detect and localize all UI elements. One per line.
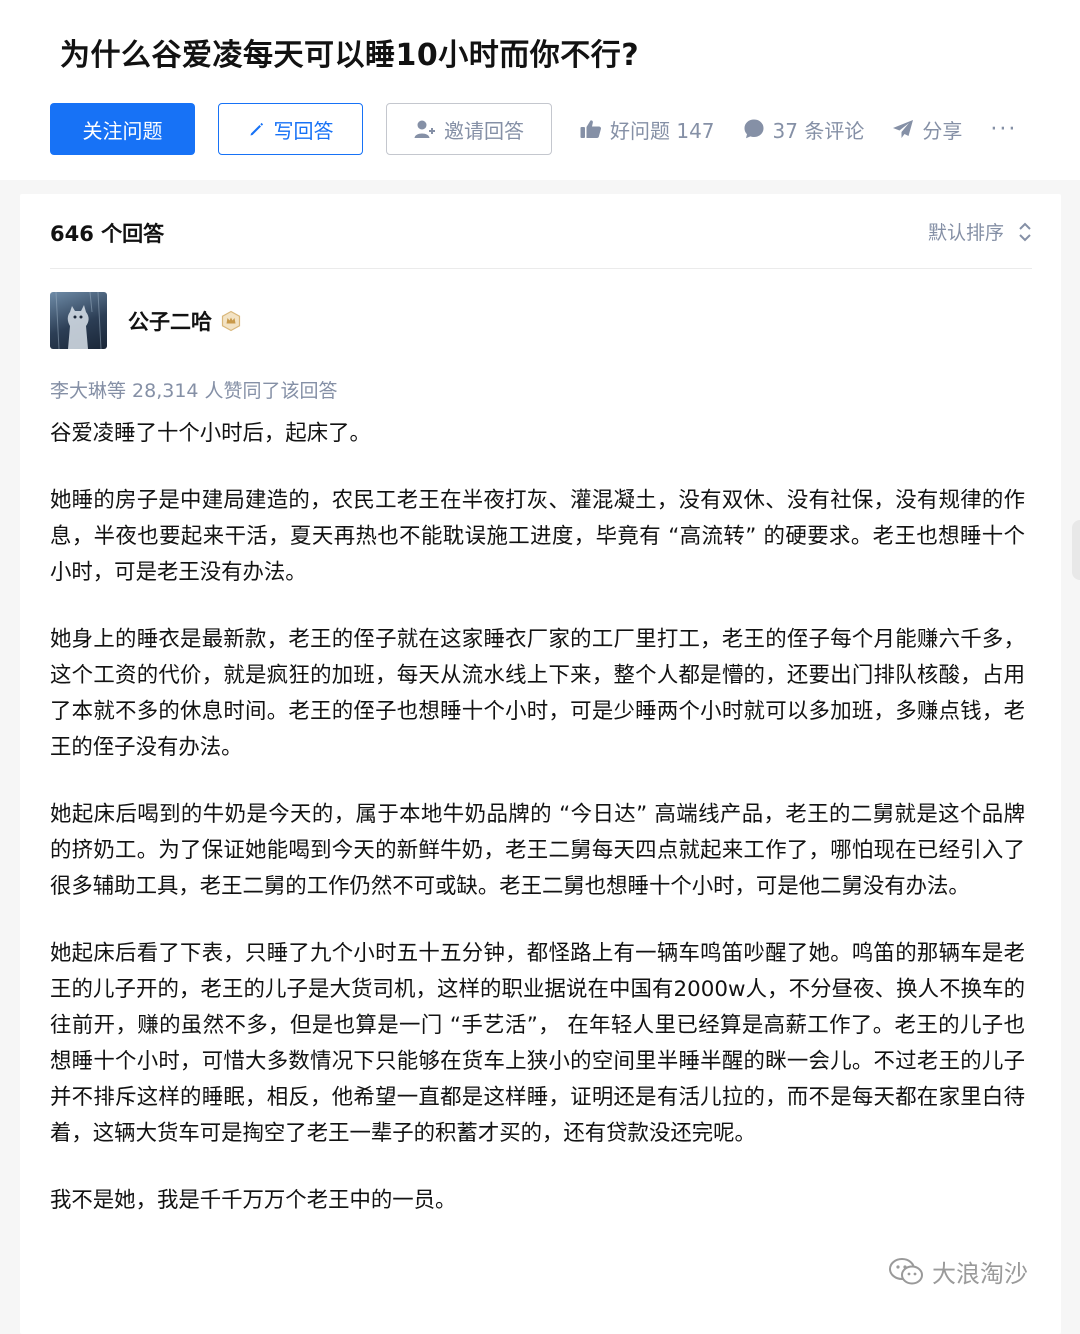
good-question-label: 好问题 147 [610, 118, 715, 143]
share-label: 分享 [922, 118, 963, 143]
more-options-button[interactable]: ··· [990, 117, 1017, 142]
wechat-icon [888, 1257, 924, 1287]
question-actions: 关注问题 写回答 邀请回答 好问题 147 37 条评论 分享 ··· [50, 103, 1017, 155]
pencil-icon [248, 120, 266, 138]
invite-answer-button[interactable]: 邀请回答 [386, 103, 552, 155]
comment-bubble-icon [743, 118, 765, 140]
sort-chevron-icon [1018, 221, 1032, 243]
thumbs-up-icon [580, 119, 602, 139]
sort-label: 默认排序 [927, 222, 1004, 244]
question-header: 为什么谷爱凌每天可以睡10小时而你不行? 关注问题 写回答 邀请回答 好问题 1… [0, 0, 1080, 180]
author-info: 公子二哈 [128, 306, 242, 336]
question-title: 为什么谷爱凌每天可以睡10小时而你不行? [60, 38, 640, 73]
watermark-text: 大浪淘沙 [932, 1260, 1028, 1288]
paper-plane-icon [892, 119, 914, 139]
answer-paragraph: 我不是她，我是千千万万个老王中的一员。 [50, 1188, 457, 1213]
answers-header: 646 个回答 默认排序 [50, 194, 1032, 269]
good-question-button[interactable]: 好问题 147 [580, 115, 715, 144]
answer-paragraph: 她起床后喝到的牛奶是今天的，属于本地牛奶品牌的 “今日达” 高端线产品，老王的二… [50, 802, 1025, 899]
answer-content: 谷爱凌睡了十个小时后，起床了。 她睡的房子是中建局建造的，农民工老王在半夜打灰、… [50, 416, 1025, 1250]
answer-paragraph: 她身上的睡衣是最新款，老王的侄子就在这家睡衣厂家的工厂里打工，老王的侄子每个月能… [50, 627, 1025, 760]
answer-paragraph: 谷爱凌睡了十个小时后，起床了。 [50, 421, 371, 446]
answer-paragraph: 她睡的房子是中建局建造的，农民工老王在半夜打灰、灌混凝土，没有双休、没有社保，没… [50, 488, 1025, 585]
sort-dropdown[interactable]: 默认排序 [928, 218, 1032, 245]
author-name[interactable]: 公子二哈 [128, 306, 212, 336]
answers-card: 646 个回答 默认排序 公子二哈 李大琳等 28,314 人赞同了该回答 谷爱… [20, 194, 1061, 1334]
author-avatar[interactable] [50, 292, 107, 349]
add-user-icon [414, 119, 436, 139]
follow-question-button[interactable]: 关注问题 [50, 103, 195, 155]
invite-answer-label: 邀请回答 [444, 118, 524, 143]
side-drawer-handle[interactable] [1072, 520, 1080, 580]
answer-count: 646 个回答 [50, 222, 165, 246]
creator-badge-icon [220, 310, 242, 332]
write-answer-button[interactable]: 写回答 [218, 103, 363, 155]
write-answer-label: 写回答 [273, 118, 334, 143]
share-button[interactable]: 分享 [892, 115, 962, 144]
source-watermark: 大浪淘沙 [888, 1254, 1028, 1289]
vote-summary[interactable]: 李大琳等 28,314 人赞同了该回答 [50, 376, 338, 403]
comments-button[interactable]: 37 条评论 [743, 115, 865, 144]
answer-paragraph: 她起床后看了下表，只睡了九个小时五十五分钟，都怪路上有一辆车鸣笛吵醒了她。鸣笛的… [50, 941, 1025, 1146]
comments-label: 37 条评论 [772, 118, 865, 143]
